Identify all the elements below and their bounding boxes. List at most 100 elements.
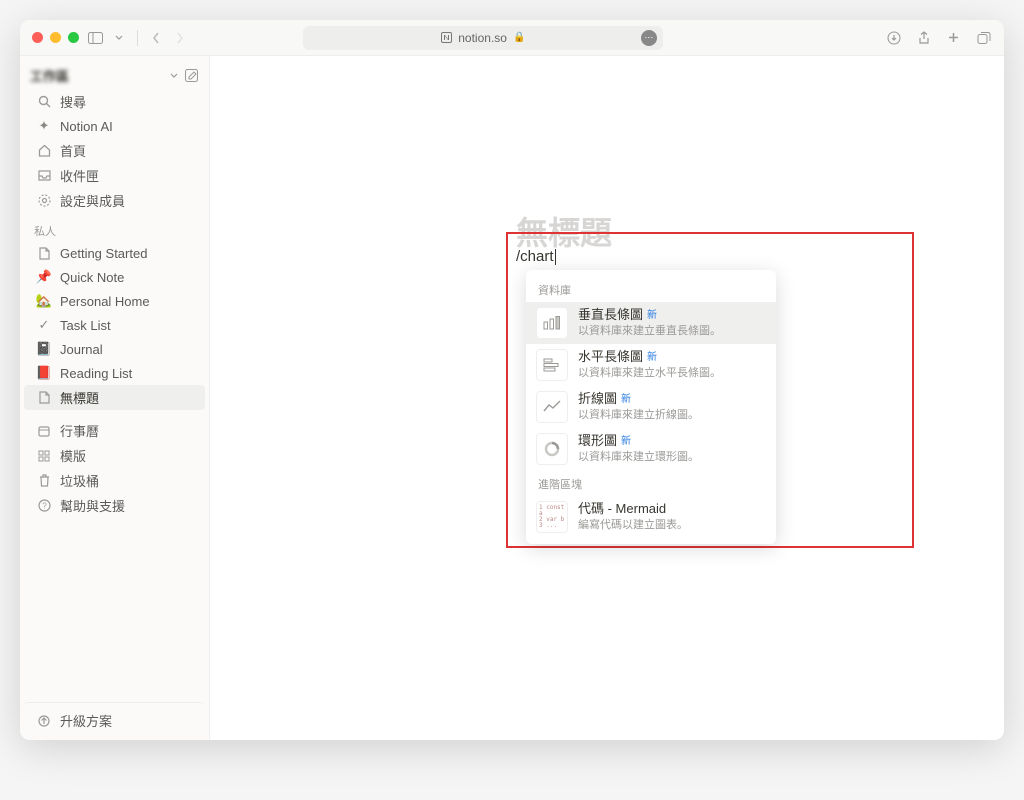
sidebar-page-task-list[interactable]: ✓ Task List	[24, 313, 205, 337]
donut-chart-icon	[536, 433, 568, 465]
menu-item-donut-chart[interactable]: 環形圖 新 以資料庫來建立環形圖。	[526, 428, 776, 470]
site-icon	[441, 32, 452, 43]
page-icon	[36, 390, 52, 406]
reader-button[interactable]: ⋯	[641, 30, 657, 46]
back-button[interactable]	[148, 30, 164, 46]
url-bar[interactable]: notion.so 🔒 ⋯	[303, 26, 663, 50]
bar-vertical-icon	[536, 307, 568, 339]
sidebar-item-label: 無標題	[60, 388, 99, 407]
menu-item-title: 水平長條圖	[578, 349, 643, 366]
chevron-down-icon	[170, 73, 178, 78]
menu-item-title: 折線圖	[578, 391, 617, 408]
check-icon: ✓	[36, 317, 52, 333]
menu-item-desc: 以資料庫來建立環形圖。	[578, 450, 699, 464]
workspace-switcher[interactable]: 工作區	[20, 56, 209, 89]
template-icon	[36, 448, 52, 464]
workspace-name: 工作區	[30, 66, 164, 85]
upgrade-icon	[36, 713, 52, 729]
sidebar-item-home[interactable]: 首頁	[24, 138, 205, 163]
menu-item-desc: 以資料庫來建立折線圖。	[578, 408, 699, 422]
sidebar-item-label: 行事曆	[60, 421, 99, 440]
code-icon: 1 const a2 var b3 ...	[536, 501, 568, 533]
sidebar-page-personal-home[interactable]: 🏡 Personal Home	[24, 289, 205, 313]
line-chart-icon	[536, 391, 568, 423]
sidebar: 工作區 搜尋 ✦ Notion AI 首頁 收件匣	[20, 56, 210, 740]
sidebar-item-label: 升級方案	[60, 711, 112, 730]
slash-command-menu: 資料庫 垂直長條圖 新 以資料庫來建立垂直長條圖。 水平長條圖	[526, 270, 776, 544]
close-window-button[interactable]	[32, 32, 43, 43]
minimize-window-button[interactable]	[50, 32, 61, 43]
books-icon: 📕	[36, 365, 52, 381]
new-badge: 新	[621, 435, 631, 448]
forward-button[interactable]	[172, 30, 188, 46]
sidebar-item-upgrade[interactable]: 升級方案	[24, 702, 205, 740]
menu-item-mermaid-code[interactable]: 1 const a2 var b3 ... 代碼 - Mermaid 編寫代碼以…	[526, 496, 776, 538]
menu-item-desc: 編寫代碼以建立圖表。	[578, 518, 688, 532]
new-tab-icon[interactable]	[946, 30, 962, 46]
menu-item-title: 代碼 - Mermaid	[578, 501, 666, 518]
sidebar-page-journal[interactable]: 📓 Journal	[24, 337, 205, 361]
sidebar-item-label: Task List	[60, 318, 111, 333]
home-icon	[36, 143, 52, 159]
svg-text:?: ?	[42, 502, 47, 511]
sidebar-item-trash[interactable]: 垃圾桶	[24, 468, 205, 493]
sidebar-item-label: 垃圾桶	[60, 471, 99, 490]
app-window: notion.so 🔒 ⋯ 工作區	[20, 20, 1004, 740]
sidebar-page-getting-started[interactable]: Getting Started	[24, 241, 205, 265]
maximize-window-button[interactable]	[68, 32, 79, 43]
menu-item-title: 環形圖	[578, 433, 617, 450]
sidebar-item-inbox[interactable]: 收件匣	[24, 163, 205, 188]
sidebar-item-notion-ai[interactable]: ✦ Notion AI	[24, 114, 205, 138]
sidebar-item-help[interactable]: ? 幫助與支援	[24, 493, 205, 518]
house-icon: 🏡	[36, 293, 52, 309]
calendar-icon	[36, 423, 52, 439]
slash-command-input[interactable]: /chart	[516, 248, 556, 265]
sidebar-page-reading-list[interactable]: 📕 Reading List	[24, 361, 205, 385]
menu-item-title: 垂直長條圖	[578, 307, 643, 324]
sidebar-item-templates[interactable]: 模版	[24, 443, 205, 468]
sidebar-item-search[interactable]: 搜尋	[24, 89, 205, 114]
search-icon	[36, 94, 52, 110]
sidebar-item-label: 搜尋	[60, 92, 86, 111]
sidebar-item-label: Personal Home	[60, 294, 150, 309]
sidebar-item-label: Quick Note	[60, 270, 124, 285]
menu-item-desc: 以資料庫來建立水平長條圖。	[578, 366, 721, 380]
bar-horizontal-icon	[536, 349, 568, 381]
menu-section-database: 資料庫	[526, 276, 776, 302]
sidebar-item-label: Journal	[60, 342, 103, 357]
sparkle-icon: ✦	[36, 118, 52, 134]
sidebar-item-label: 收件匣	[60, 166, 99, 185]
menu-item-line-chart[interactable]: 折線圖 新 以資料庫來建立折線圖。	[526, 386, 776, 428]
menu-item-horizontal-bar-chart[interactable]: 水平長條圖 新 以資料庫來建立水平長條圖。	[526, 344, 776, 386]
sidebar-item-label: 模版	[60, 446, 86, 465]
new-badge: 新	[647, 309, 657, 322]
sidebar-toggle-icon[interactable]	[87, 30, 103, 46]
sidebar-item-label: 設定與成員	[60, 191, 125, 210]
traffic-lights	[32, 32, 79, 43]
help-icon: ?	[36, 498, 52, 514]
sidebar-page-quick-note[interactable]: 📌 Quick Note	[24, 265, 205, 289]
sidebar-item-label: Notion AI	[60, 119, 113, 134]
dropdown-chevron-icon[interactable]	[111, 30, 127, 46]
sidebar-item-label: Reading List	[60, 366, 132, 381]
book-icon: 📓	[36, 341, 52, 357]
url-text: notion.so	[458, 31, 507, 45]
sidebar-section-private: 私人	[20, 213, 209, 241]
page-icon	[36, 245, 52, 261]
sidebar-item-settings[interactable]: 設定與成員	[24, 188, 205, 213]
menu-section-advanced: 進階區塊	[526, 470, 776, 496]
menu-item-vertical-bar-chart[interactable]: 垂直長條圖 新 以資料庫來建立垂直長條圖。	[526, 302, 776, 344]
download-icon[interactable]	[886, 30, 902, 46]
tabs-icon[interactable]	[976, 30, 992, 46]
new-badge: 新	[621, 393, 631, 406]
inbox-icon	[36, 168, 52, 184]
compose-icon[interactable]	[184, 68, 199, 83]
lock-icon: 🔒	[513, 32, 525, 43]
trash-icon	[36, 473, 52, 489]
menu-item-desc: 以資料庫來建立垂直長條圖。	[578, 324, 721, 338]
sidebar-item-label: 幫助與支援	[60, 496, 125, 515]
share-icon[interactable]	[916, 30, 932, 46]
sidebar-item-calendar[interactable]: 行事曆	[24, 418, 205, 443]
gear-icon	[36, 193, 52, 209]
sidebar-page-untitled[interactable]: 無標題	[24, 385, 205, 410]
